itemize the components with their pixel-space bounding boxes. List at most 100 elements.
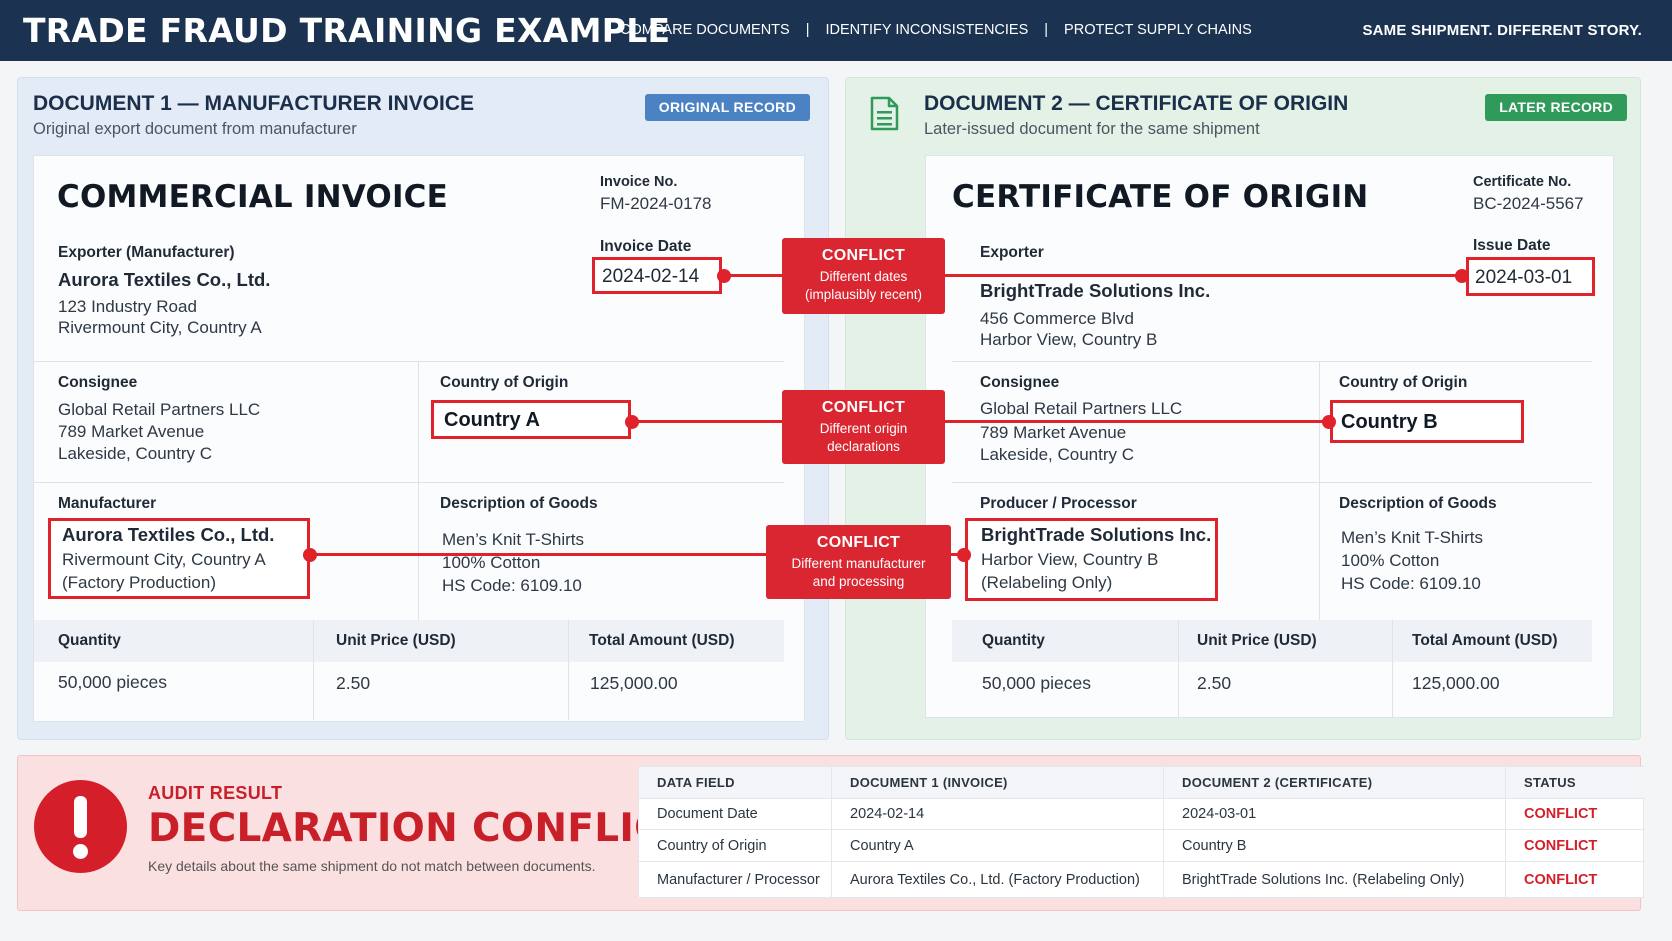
total-amount-value: 125,000.00 (590, 673, 678, 693)
origin-label: Country of Origin (1339, 374, 1468, 391)
panel-subtitle: Later-issued document for the same shipm… (924, 120, 1260, 138)
consignee-line: Lakeside, Country C (980, 445, 1135, 464)
header-nav: COMPARE DOCUMENTS | IDENTIFY INCONSISTEN… (620, 22, 1252, 38)
table-cell: 2024-02-14 (832, 799, 1164, 829)
connector-dot (625, 415, 639, 429)
conflict-title: CONFLICT (821, 247, 906, 264)
manufacturer-line: (Factory Production) (62, 573, 216, 592)
panel-title: DOCUMENT 2 — CERTIFICATE OF ORIGIN (924, 92, 1349, 115)
table-cell: Document Date (639, 799, 832, 829)
connector-dot (717, 269, 731, 283)
audit-kicker: AUDIT RESULT (148, 783, 283, 803)
table-row: Country of Origin Country A Country B CO… (639, 830, 1643, 862)
producer-label: Producer / Processor (980, 495, 1137, 512)
conflict-detail: (implausibly recent) (804, 287, 923, 302)
quantity-value: 50,000 pieces (982, 673, 1091, 693)
column-header: STATUS (1506, 767, 1645, 798)
column-header: DATA FIELD (639, 767, 832, 798)
invoice-date-value: 2024-02-14 (602, 266, 700, 287)
nav-separator: | (805, 22, 810, 38)
table-header-row: DATA FIELD DOCUMENT 1 (INVOICE) DOCUMENT… (639, 767, 1645, 799)
invoice-title: COMMERCIAL INVOICE (57, 179, 449, 215)
goods-line: HS Code: 6109.10 (1341, 574, 1481, 593)
status-cell: CONFLICT (1524, 837, 1598, 854)
invoice-number-label: Invoice No. (600, 174, 678, 190)
connector-dot (303, 548, 317, 562)
conflict-title: CONFLICT (821, 399, 906, 416)
exporter-address: 123 Industry Road (58, 297, 197, 316)
exporter-address: 456 Commerce Blvd (980, 309, 1135, 328)
producer-line: Harbor View, Country B (981, 550, 1159, 569)
header-tagline: SAME SHIPMENT. DIFFERENT STORY. (1362, 22, 1642, 39)
panel-title: DOCUMENT 1 — MANUFACTURER INVOICE (33, 92, 475, 115)
nav-separator: | (1044, 22, 1049, 38)
status-cell: CONFLICT (1524, 872, 1598, 888)
table-cell: 2024-03-01 (1164, 799, 1506, 829)
panel-subtitle: Original export document from manufactur… (33, 120, 357, 138)
top-banner: TRADE FRAUD TRAINING EXAMPLE COMPARE DOC… (0, 0, 1672, 61)
audit-table: DATA FIELD DOCUMENT 1 (INVOICE) DOCUMENT… (638, 766, 1645, 898)
exporter-label: Exporter (Manufacturer) (58, 244, 235, 261)
quantity-label: Quantity (982, 632, 1045, 649)
goods-label: Description of Goods (440, 495, 598, 512)
invoice-date-label: Invoice Date (600, 238, 692, 255)
table-cell: Country of Origin (639, 830, 832, 861)
goods-line: Men’s Knit T-Shirts (1341, 528, 1484, 547)
consignee-line: 789 Market Avenue (58, 422, 205, 441)
table-cell: Country A (832, 830, 1164, 861)
quantity-value: 50,000 pieces (58, 672, 167, 692)
connector-dot (957, 548, 971, 562)
audit-result-panel: AUDIT RESULT DECLARATION CONFLICT Key de… (17, 755, 1645, 911)
invoice-number: FM-2024-0178 (600, 194, 712, 213)
audit-headline: DECLARATION CONFLICT (148, 806, 690, 851)
later-record-badge: LATER RECORD (1485, 94, 1627, 121)
consignee-line: 789 Market Avenue (980, 423, 1127, 442)
date-conflict-callout: CONFLICT Different dates (implausibly re… (782, 238, 945, 314)
producer-name: BrightTrade Solutions Inc. (981, 524, 1212, 545)
origin-connector-line (632, 420, 1329, 423)
consignee-line: Global Retail Partners LLC (58, 400, 261, 419)
total-amount-label: Total Amount (USD) (589, 632, 735, 649)
unit-price-value: 2.50 (1197, 673, 1232, 693)
origin-conflict-callout: CONFLICT Different origin declarations (782, 390, 945, 464)
nav-item-compare[interactable]: COMPARE DOCUMENTS (620, 22, 790, 38)
goods-line: HS Code: 6109.10 (442, 576, 582, 595)
certificate-number-label: Certificate No. (1473, 174, 1572, 190)
conflict-detail: Different origin (819, 421, 908, 436)
table-cell: Country B (1164, 830, 1506, 861)
manufacturer-line: Rivermount City, Country A (62, 550, 266, 569)
connector-dot (1322, 415, 1336, 429)
origin-a-highlight: Country A (431, 400, 631, 439)
table-row: Manufacturer / Processor Aurora Textiles… (639, 862, 1643, 898)
issue-date-highlight: 2024-03-01 (1466, 257, 1595, 296)
manufacturer-label: Manufacturer (58, 495, 157, 512)
total-amount-label: Total Amount (USD) (1412, 632, 1558, 649)
issue-date-label: Issue Date (1473, 237, 1551, 254)
consignee-line: Lakeside, Country C (58, 444, 213, 463)
table-cell: BrightTrade Solutions Inc. (Relabeling O… (1164, 862, 1506, 898)
invoice-date-highlight: 2024-02-14 (592, 257, 722, 294)
table-cell: Aurora Textiles Co., Ltd. (Factory Produ… (832, 862, 1164, 898)
nav-item-protect[interactable]: PROTECT SUPPLY CHAINS (1064, 22, 1252, 38)
nav-item-identify[interactable]: IDENTIFY INCONSISTENCIES (826, 22, 1029, 38)
status-cell: CONFLICT (1524, 806, 1598, 822)
exporter-name: Aurora Textiles Co., Ltd. (58, 269, 271, 290)
manufacturer-name: Aurora Textiles Co., Ltd. (62, 524, 275, 545)
conflict-title: CONFLICT (816, 534, 901, 551)
column-header: DOCUMENT 2 (CERTIFICATE) (1164, 767, 1506, 798)
table-row: Document Date 2024-02-14 2024-03-01 CONF… (639, 799, 1643, 830)
origin-value: Country A (444, 409, 540, 431)
column-header: DOCUMENT 1 (INVOICE) (832, 767, 1164, 798)
conflict-detail: declarations (827, 439, 900, 454)
producer-highlight: BrightTrade Solutions Inc. Harbor View, … (965, 518, 1218, 601)
producer-line: (Relabeling Only) (981, 573, 1113, 592)
unit-price-label: Unit Price (USD) (336, 632, 456, 649)
table-cell: Manufacturer / Processor (639, 862, 832, 898)
certificate-title: CERTIFICATE OF ORIGIN (952, 179, 1369, 215)
consignee-line: Global Retail Partners LLC (980, 399, 1183, 418)
goods-label: Description of Goods (1339, 495, 1497, 512)
conflict-detail: and processing (812, 574, 905, 589)
conflict-detail: Different dates (819, 269, 908, 284)
exporter-city: Harbor View, Country B (980, 330, 1158, 349)
commercial-invoice: COMMERCIAL INVOICE Invoice No. FM-2024-0… (33, 155, 805, 722)
